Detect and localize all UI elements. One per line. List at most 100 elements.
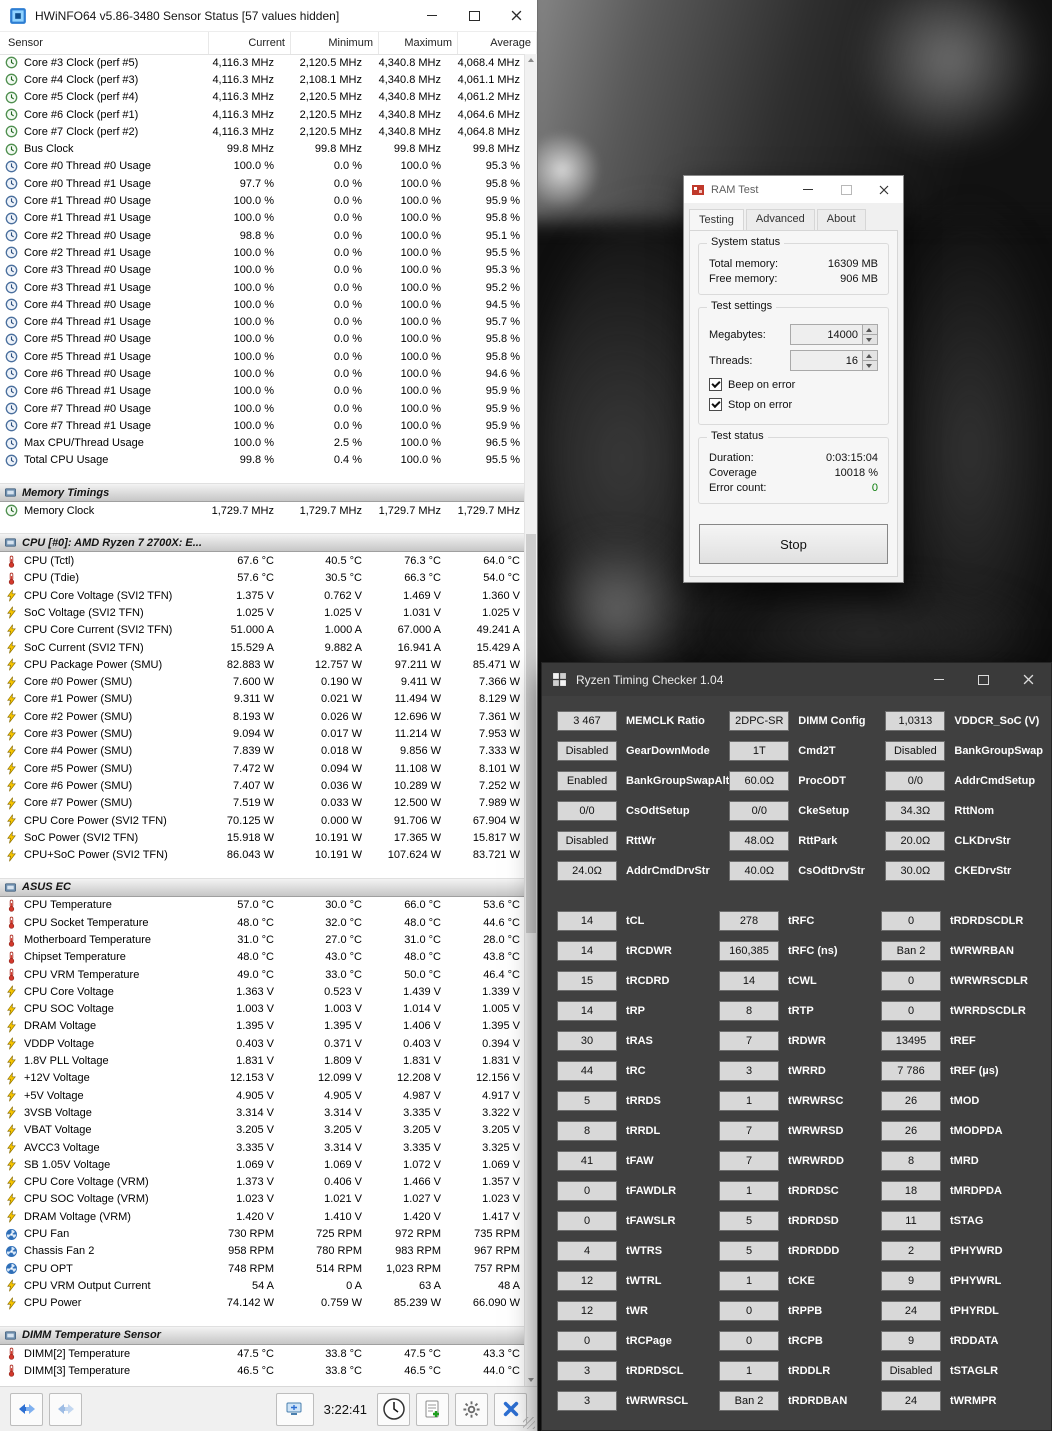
column-minimum[interactable]: Minimum xyxy=(291,32,379,54)
sensor-row[interactable]: SoC Voltage (SVI2 TFN) 1.025 V 1.025 V 1.03… xyxy=(0,604,525,621)
sensor-row[interactable]: Core #1 Thread #1 Usage 100.0 % 0.0 % 100.0… xyxy=(0,210,525,227)
stepper-down-icon[interactable] xyxy=(863,335,877,344)
stop-button[interactable]: Stop xyxy=(699,524,888,564)
sensor-row[interactable]: DRAM Voltage (VRM) 1.420 V 1.410 V 1.420 V 1… xyxy=(0,1208,525,1225)
column-sensor[interactable]: Sensor xyxy=(0,32,209,54)
sensor-row[interactable]: SoC Power (SVI2 TFN) 15.918 W 10.191 W 17.3… xyxy=(0,829,525,846)
sensor-row[interactable]: CPU Package Power (SMU) 82.883 W 12.757 W 9… xyxy=(0,656,525,673)
sensor-row[interactable]: Max CPU/Thread Usage 100.0 % 2.5 % 100.0 % 9… xyxy=(0,435,525,452)
threads-value[interactable]: 16 xyxy=(791,351,862,370)
sensor-row[interactable]: Core #0 Thread #1 Usage 97.7 % 0.0 % 100.0 … xyxy=(0,175,525,192)
arrows-button-1[interactable] xyxy=(10,1392,43,1426)
sensor-row[interactable]: Motherboard Temperature 31.0 °C 27.0 °C 31.… xyxy=(0,931,525,948)
hwinfo-scrollbar[interactable] xyxy=(524,54,537,1386)
sensor-row[interactable]: CPU (Tdie) 57.6 °C 30.5 °C 66.3 °C 54.0 °C xyxy=(0,570,525,587)
megabytes-value[interactable]: 14000 xyxy=(791,325,862,344)
stepper-up-icon[interactable] xyxy=(863,325,877,335)
stepper-down-icon[interactable] xyxy=(863,361,877,370)
sensor-row[interactable]: DIMM[2] Temperature 47.5 °C 33.8 °C 47.5 °C… xyxy=(0,1345,525,1362)
maximize-icon[interactable] xyxy=(961,663,1006,696)
sensor-row[interactable]: Core #7 Power (SMU) 7.519 W 0.033 W 12.500 … xyxy=(0,795,525,812)
sensor-row[interactable]: 3VSB Voltage 3.314 V 3.314 V 3.335 V 3.322 V xyxy=(0,1104,525,1121)
sensor-row[interactable]: Core #1 Power (SMU) 9.311 W 0.021 W 11.494 … xyxy=(0,691,525,708)
section-header[interactable]: Memory Timings xyxy=(0,483,525,503)
sensor-row[interactable]: Core #2 Thread #1 Usage 100.0 % 0.0 % 100.0… xyxy=(0,244,525,261)
sensor-row[interactable]: CPU Temperature 57.0 °C 30.0 °C 66.0 °C 53.6… xyxy=(0,897,525,914)
sensor-row[interactable]: Core #0 Thread #0 Usage 100.0 % 0.0 % 100.0… xyxy=(0,158,525,175)
sensor-row[interactable]: Core #7 Thread #0 Usage 100.0 % 0.0 % 100.0… xyxy=(0,400,525,417)
maximize-icon[interactable] xyxy=(827,176,865,203)
stepper-arrows[interactable] xyxy=(862,325,877,344)
sensor-row[interactable]: DIMM[3] Temperature 46.5 °C 33.8 °C 46.5 °C… xyxy=(0,1362,525,1379)
sensor-row[interactable]: Core #3 Thread #0 Usage 100.0 % 0.0 % 100.0… xyxy=(0,262,525,279)
sensor-row[interactable]: +12V Voltage 12.153 V 12.099 V 12.208 V 12.1… xyxy=(0,1070,525,1087)
sensor-row[interactable]: Core #3 Thread #1 Usage 100.0 % 0.0 % 100.0… xyxy=(0,279,525,296)
sensor-row[interactable]: VDDP Voltage 0.403 V 0.371 V 0.403 V 0.394 V xyxy=(0,1035,525,1052)
sensor-row[interactable]: CPU Fan 730 RPM 725 RPM 972 RPM 735 RPM xyxy=(0,1225,525,1242)
sensor-row[interactable]: Core #2 Thread #0 Usage 98.8 % 0.0 % 100.0 … xyxy=(0,227,525,244)
beep-on-error-checkbox[interactable] xyxy=(709,378,722,391)
threads-stepper[interactable]: 16 xyxy=(790,350,878,371)
sensor-row[interactable]: CPU+SoC Power (SVI2 TFN) 86.043 W 10.191 W… xyxy=(0,846,525,863)
sensor-row[interactable]: Core #6 Power (SMU) 7.407 W 0.036 W 10.289 … xyxy=(0,777,525,794)
sensor-row[interactable]: CPU VRM Temperature 49.0 °C 33.0 °C 50.0 °C… xyxy=(0,966,525,983)
sensor-row[interactable]: Core #7 Thread #1 Usage 100.0 % 0.0 % 100.0… xyxy=(0,417,525,434)
minimize-icon[interactable] xyxy=(916,663,961,696)
sensor-row[interactable]: Core #1 Thread #0 Usage 100.0 % 0.0 % 100.0… xyxy=(0,192,525,209)
tab-testing[interactable]: Testing xyxy=(689,209,744,230)
stepper-arrows[interactable] xyxy=(862,351,877,370)
close-icon[interactable] xyxy=(865,176,903,203)
settings-gear-button[interactable] xyxy=(455,1392,488,1426)
sensor-row[interactable]: Core #3 Power (SMU) 9.094 W 0.017 W 11.214 … xyxy=(0,725,525,742)
sensor-row[interactable]: Core #5 Thread #0 Usage 100.0 % 0.0 % 100.0… xyxy=(0,331,525,348)
sensor-row[interactable]: DRAM Voltage 1.395 V 1.395 V 1.406 V 1.395 V xyxy=(0,1018,525,1035)
sensor-row[interactable]: CPU OPT 748 RPM 514 RPM 1,023 RPM 757 RPM xyxy=(0,1260,525,1277)
megabytes-stepper[interactable]: 14000 xyxy=(790,324,878,345)
sensor-row[interactable]: +5V Voltage 4.905 V 4.905 V 4.987 V 4.917 V xyxy=(0,1087,525,1104)
column-current[interactable]: Current xyxy=(209,32,291,54)
sensor-row[interactable]: Core #5 Power (SMU) 7.472 W 0.094 W 11.108 … xyxy=(0,760,525,777)
sensor-row[interactable]: Chipset Temperature 48.0 °C 43.0 °C 48.0 °C… xyxy=(0,949,525,966)
close-icon[interactable] xyxy=(495,0,537,31)
sensor-row[interactable]: Core #6 Thread #1 Usage 100.0 % 0.0 % 100.0… xyxy=(0,383,525,400)
sensor-row[interactable]: CPU Power 74.142 W 0.759 W 85.239 W 66.090 W xyxy=(0,1295,525,1312)
sensor-row[interactable]: CPU Socket Temperature 48.0 °C 32.0 °C 48.0… xyxy=(0,914,525,931)
scrollbar-thumb[interactable] xyxy=(526,533,536,934)
sensor-row[interactable]: Memory Clock 1,729.7 MHz 1,729.7 MHz 1,729.… xyxy=(0,502,525,519)
sensor-row[interactable]: Total CPU Usage 99.8 % 0.4 % 100.0 % 95.5 % xyxy=(0,452,525,469)
resize-grip[interactable] xyxy=(523,1417,535,1429)
maximize-icon[interactable] xyxy=(453,0,495,31)
sensor-row[interactable]: CPU Core Voltage (SVI2 TFN) 1.375 V 0.762 … xyxy=(0,587,525,604)
sensor-row[interactable]: Core #6 Thread #0 Usage 100.0 % 0.0 % 100.0… xyxy=(0,365,525,382)
tab-advanced[interactable]: Advanced xyxy=(745,209,815,230)
sensor-row[interactable]: Core #2 Power (SMU) 8.193 W 0.026 W 12.696 … xyxy=(0,708,525,725)
sensor-row[interactable]: VBAT Voltage 3.205 V 3.205 V 3.205 V 3.205 V xyxy=(0,1122,525,1139)
sensor-row[interactable]: Core #4 Thread #1 Usage 100.0 % 0.0 % 100.0… xyxy=(0,313,525,330)
sensor-row[interactable]: 1.8V PLL Voltage 1.831 V 1.809 V 1.831 V 1.8… xyxy=(0,1052,525,1069)
sensor-row[interactable]: CPU VRM Output Current 54 A 0 A 63 A 48 A xyxy=(0,1277,525,1294)
sensor-row[interactable]: CPU Core Voltage 1.363 V 0.523 V 1.439 V 1.3… xyxy=(0,983,525,1000)
sensor-row[interactable]: Core #5 Thread #1 Usage 100.0 % 0.0 % 100.0… xyxy=(0,348,525,365)
column-maximum[interactable]: Maximum xyxy=(379,32,458,54)
sensor-row[interactable]: Chassis Fan 2 958 RPM 780 RPM 983 RPM 967 RP… xyxy=(0,1243,525,1260)
section-header[interactable]: DIMM Temperature Sensor xyxy=(0,1325,525,1345)
arrows-button-2[interactable] xyxy=(49,1392,82,1426)
sensor-row[interactable]: Core #4 Power (SMU) 7.839 W 0.018 W 9.856 W… xyxy=(0,743,525,760)
sensor-row[interactable]: SoC Current (SVI2 TFN) 15.529 A 9.882 A 16.… xyxy=(0,639,525,656)
sensor-row[interactable]: Core #0 Power (SMU) 7.600 W 0.190 W 9.411 W… xyxy=(0,674,525,691)
sensor-row[interactable]: CPU Core Voltage (VRM) 1.373 V 0.406 V 1.46… xyxy=(0,1174,525,1191)
sensor-row[interactable]: Core #5 Clock (perf #4) 4,116.3 MHz 2,120.… xyxy=(0,89,525,106)
sensor-row[interactable]: Core #3 Clock (perf #5) 4,116.3 MHz 2,120.… xyxy=(0,54,525,71)
report-button[interactable] xyxy=(416,1392,449,1426)
minimize-icon[interactable] xyxy=(411,0,453,31)
clock-button[interactable] xyxy=(377,1392,410,1426)
scroll-down-icon[interactable] xyxy=(525,1374,537,1386)
sensor-row[interactable]: CPU Core Current (SVI2 TFN) 51.000 A 1.000… xyxy=(0,622,525,639)
close-icon[interactable] xyxy=(1006,663,1051,696)
sensor-row[interactable]: Bus Clock 99.8 MHz 99.8 MHz 99.8 MHz 99.8 MH… xyxy=(0,140,525,157)
sensor-row[interactable]: SB 1.05V Voltage 1.069 V 1.069 V 1.072 V 1.0… xyxy=(0,1156,525,1173)
sensor-row[interactable]: Core #6 Clock (perf #1) 4,116.3 MHz 2,120.… xyxy=(0,106,525,123)
sensor-row[interactable]: CPU SOC Voltage 1.003 V 1.003 V 1.014 V 1.00… xyxy=(0,1001,525,1018)
minimize-icon[interactable] xyxy=(789,176,827,203)
stop-on-error-checkbox[interactable] xyxy=(709,398,722,411)
